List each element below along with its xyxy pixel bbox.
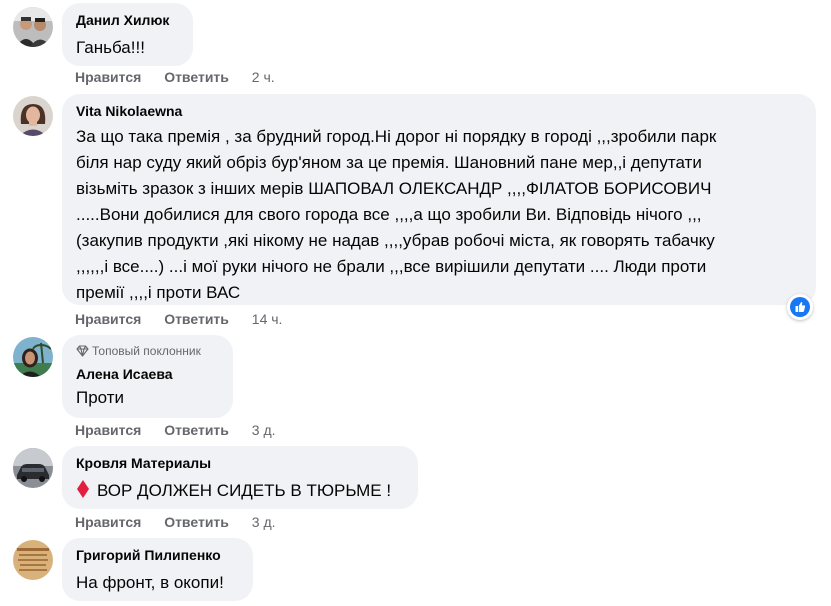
- comment-author[interactable]: Vita Nikolaewna: [76, 102, 802, 120]
- red-diamond-icon: [76, 479, 90, 507]
- comment-timestamp[interactable]: 14 ч.: [252, 311, 283, 327]
- comment-text-line: За що така премія , за брудний город.Ні …: [76, 127, 717, 146]
- avatar-photo: [13, 540, 53, 580]
- comment-bubble: Топовый поклонник Алена Исаева Проти: [62, 335, 233, 418]
- comment-text-line: візьміть зразок з інших мерів ШАПОВАЛ ОЛ…: [76, 179, 712, 198]
- comment-actions: Нравится Ответить 3 д.: [75, 422, 276, 440]
- avatar-photo: [13, 448, 53, 488]
- comment-timestamp[interactable]: 3 д.: [252, 514, 276, 530]
- comment-text-line: біля нар суду який обріз бур'яном за це …: [76, 153, 702, 172]
- comment-bubble: Vita Nikolaewna За що така премія , за б…: [62, 94, 816, 305]
- reply-button[interactable]: Ответить: [164, 69, 229, 85]
- comment-text: На фронт, в окопи!: [76, 573, 224, 592]
- avatar[interactable]: [13, 96, 53, 136]
- diamond-icon: [76, 345, 89, 361]
- comment-text: ВОР ДОЛЖЕН СИДЕТЬ В ТЮРЬМЕ !: [76, 478, 404, 507]
- comment-timestamp[interactable]: 3 д.: [252, 422, 276, 438]
- comment-author[interactable]: Данил Хилюк: [76, 11, 179, 29]
- reply-button[interactable]: Ответить: [164, 422, 229, 438]
- avatar[interactable]: [13, 337, 53, 377]
- comment-actions: Нравится Ответить 14 ч.: [75, 311, 282, 329]
- comment-text-content: ВОР ДОЛЖЕН СИДЕТЬ В ТЮРЬМЕ !: [97, 481, 392, 500]
- comment-text-line: .....Вони добилися для свого города все …: [76, 205, 702, 224]
- avatar-photo: [13, 337, 53, 377]
- top-fan-label: Топовый поклонник: [92, 344, 201, 358]
- reaction-badge[interactable]: [787, 294, 813, 320]
- comment-text: Проти: [76, 388, 125, 407]
- comment-timestamp[interactable]: 2 ч.: [252, 69, 275, 85]
- comment-text-line: (закупив продукти ,які нікому не надав ,…: [76, 231, 715, 250]
- comment-text-line: премії ,,,,і проти ВАС: [76, 283, 241, 302]
- comment-text-line: ,,,,,,і все....) ...і мої руки нічого не…: [76, 257, 707, 276]
- like-button[interactable]: Нравится: [75, 422, 141, 438]
- comment-bubble: Григорий Пилипенко На фронт, в окопи!: [62, 538, 253, 601]
- comment-actions: Нравится Ответить 2 ч.: [75, 69, 275, 87]
- comment-text: Ганьба!!!: [76, 38, 145, 57]
- like-button[interactable]: Нравится: [75, 514, 141, 530]
- comment-bubble: Данил Хилюк Ганьба!!!: [62, 3, 193, 66]
- comment-bubble: Кровля Материалы ВОР ДОЛЖЕН СИДЕТЬ В ТЮР…: [62, 446, 418, 509]
- avatar[interactable]: [13, 540, 53, 580]
- comment-actions: Нравится Ответить 3 д.: [75, 514, 276, 532]
- avatar-photo: [13, 7, 53, 47]
- reply-button[interactable]: Ответить: [164, 311, 229, 327]
- like-icon: [790, 297, 810, 317]
- like-button[interactable]: Нравится: [75, 69, 141, 85]
- like-button[interactable]: Нравится: [75, 311, 141, 327]
- avatar[interactable]: [13, 448, 53, 488]
- avatar-photo: [13, 96, 53, 136]
- reply-button[interactable]: Ответить: [164, 514, 229, 530]
- comment-author[interactable]: Кровля Материалы: [76, 454, 404, 472]
- comment-author[interactable]: Григорий Пилипенко: [76, 546, 239, 564]
- comment-text: За що така премія , за брудний город.Ні …: [76, 124, 802, 306]
- comment-author[interactable]: Алена Исаева: [76, 365, 219, 383]
- top-fan-badge: Топовый поклонник: [76, 343, 219, 361]
- avatar[interactable]: [13, 7, 53, 47]
